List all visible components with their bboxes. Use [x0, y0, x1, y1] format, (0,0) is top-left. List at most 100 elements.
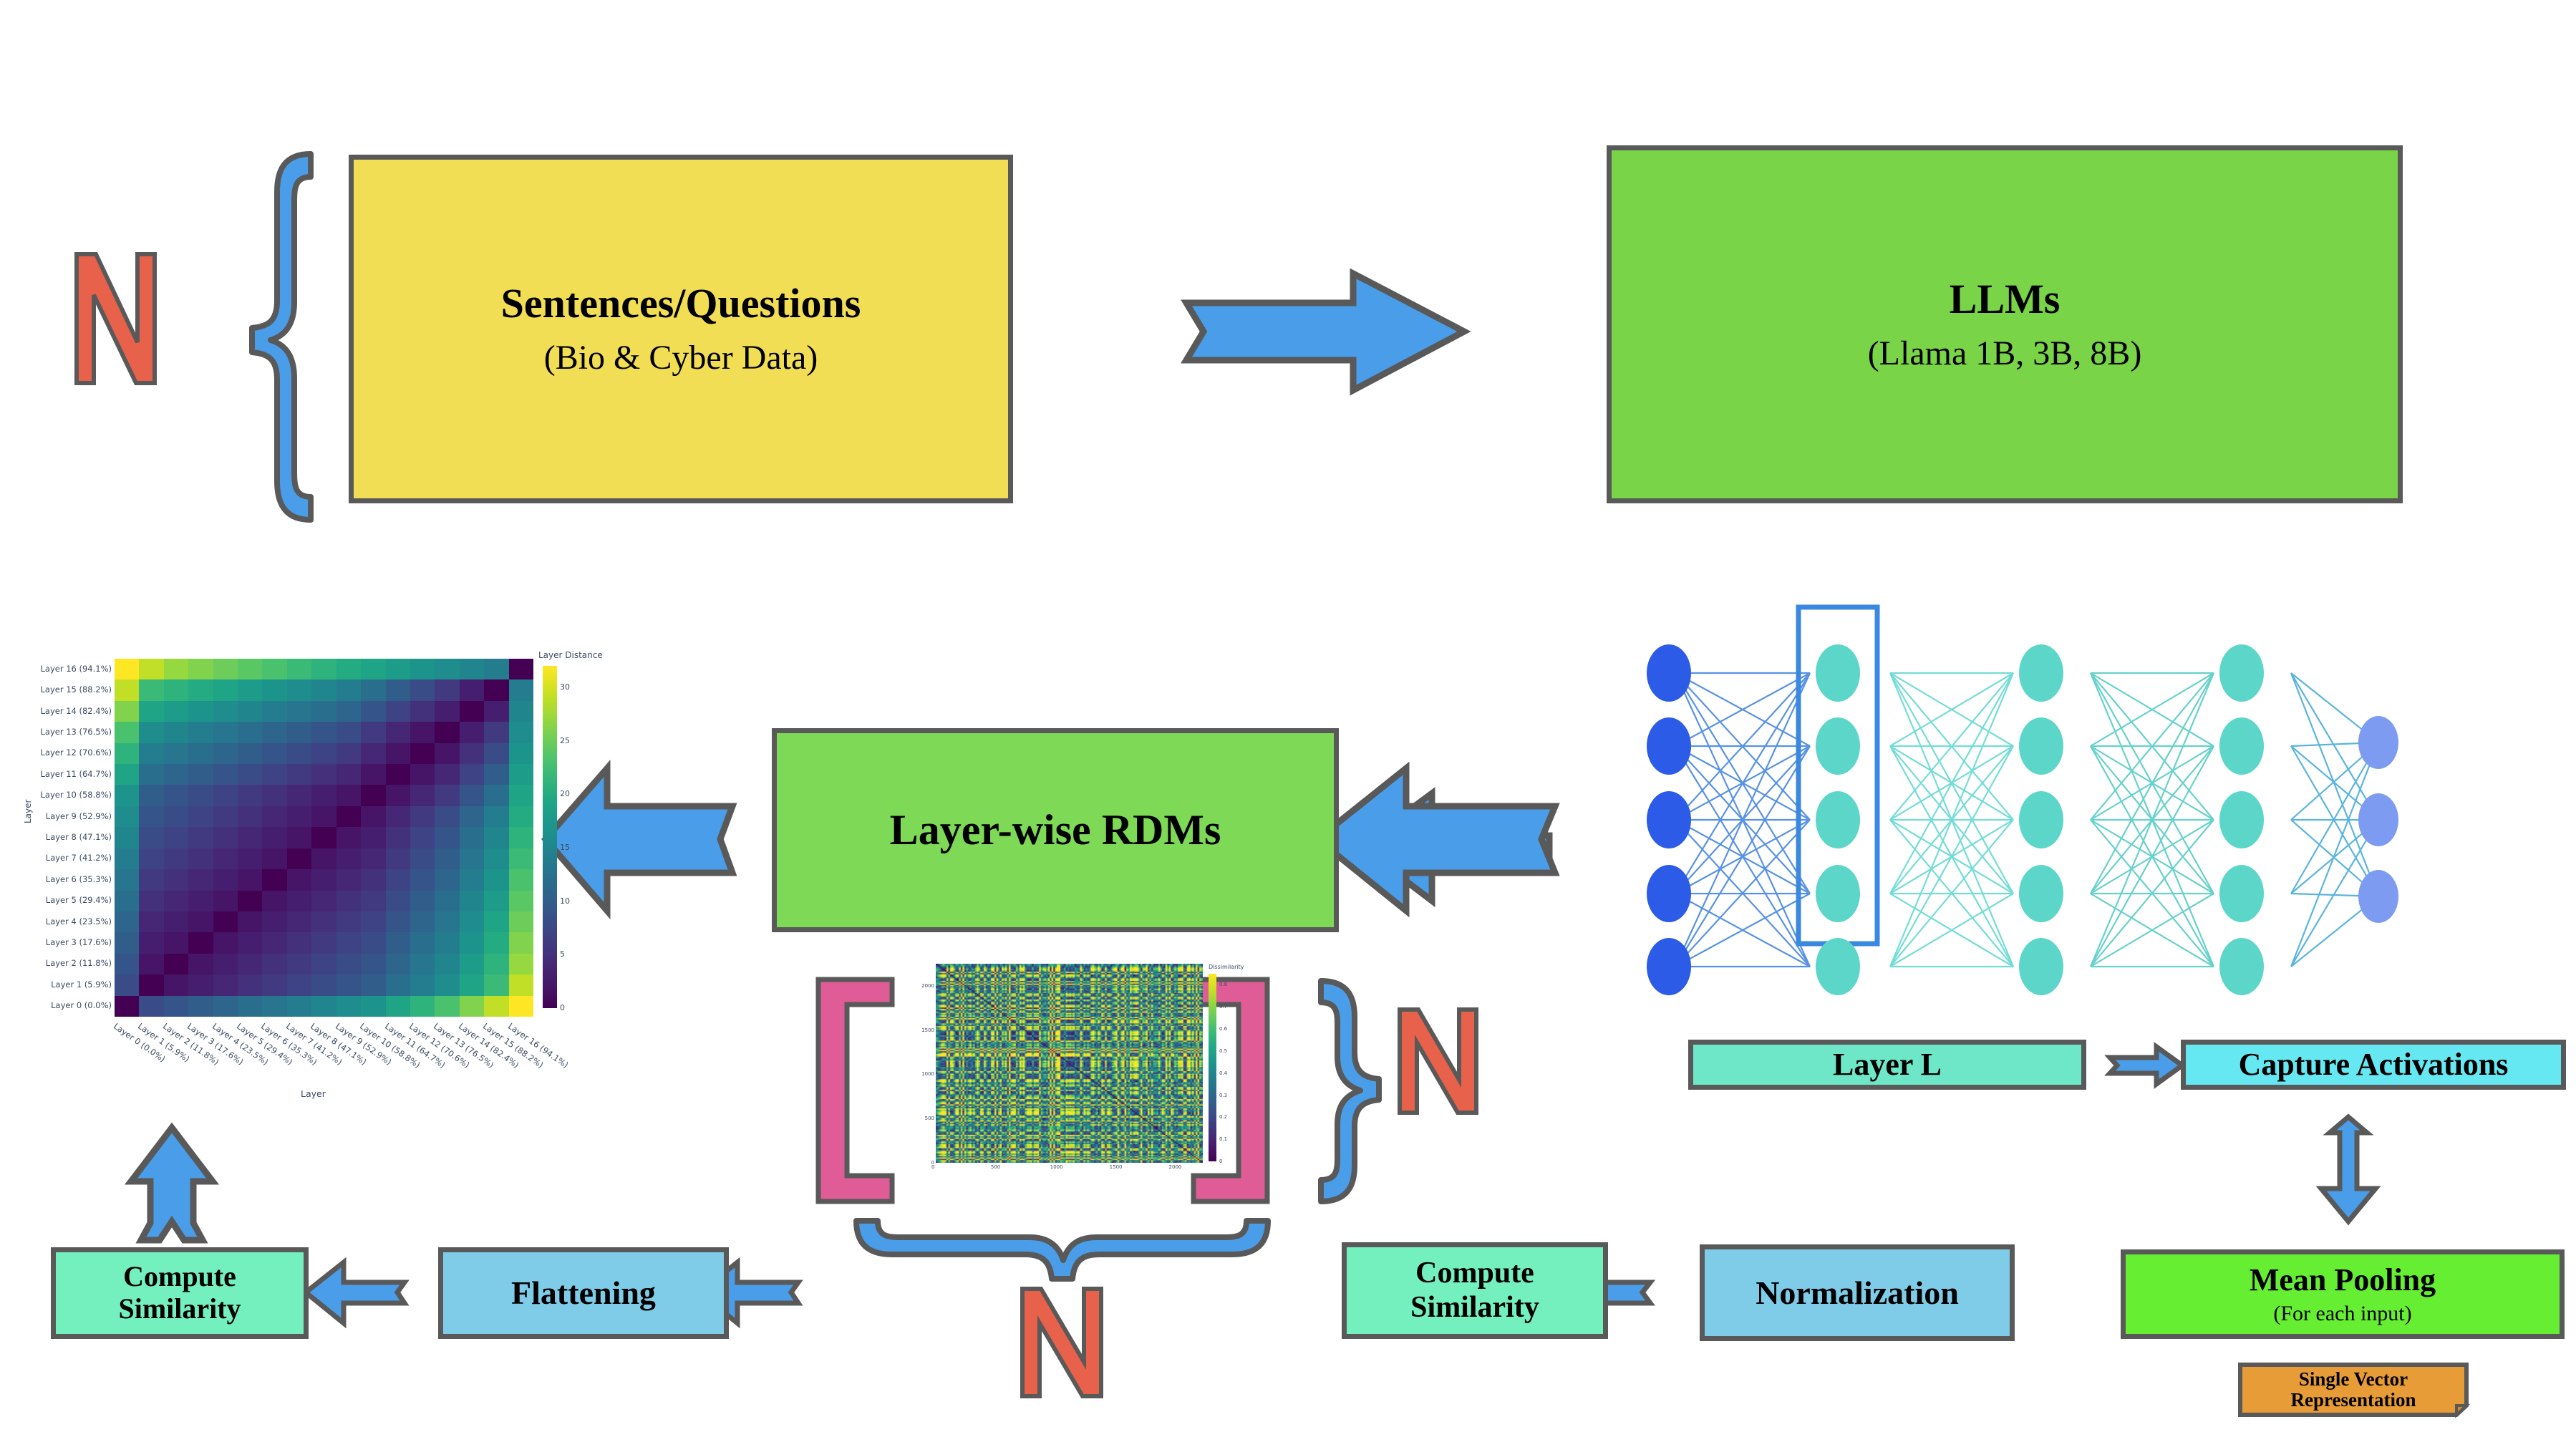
heatmap-cell	[286, 890, 312, 911]
heatmap-cell	[385, 890, 410, 911]
compute-similarity-left-box[interactable]: Compute Similarity	[51, 1247, 309, 1339]
heatmap-cell	[238, 785, 263, 806]
heatmap-cell	[508, 848, 533, 870]
nn-hidden-node	[2219, 938, 2264, 995]
heatmap-cell	[361, 785, 386, 806]
heatmap-cell	[163, 742, 189, 765]
heatmap-cell	[139, 848, 164, 870]
nn-output-node	[2358, 793, 2398, 846]
heatmap-cell	[459, 995, 485, 1017]
heatmap-cell	[459, 827, 485, 848]
heatmap-cell	[262, 953, 287, 975]
heatmap-y-tick: Layer 8 (47.1%)	[45, 832, 112, 842]
heatmap-cell	[361, 700, 386, 722]
heatmap-cell	[163, 890, 189, 911]
heatmap-cell	[238, 806, 263, 828]
heatmap-cell	[213, 932, 238, 954]
heatmap-cell	[188, 764, 213, 785]
heatmap-cell	[508, 764, 533, 785]
heatmap-cell	[238, 827, 263, 848]
heatmap-ylabel: Layer	[23, 799, 33, 823]
heatmap-cell	[311, 974, 336, 996]
heatmap-cell	[385, 911, 410, 933]
rdm-x-tick: 0	[931, 1164, 935, 1170]
rdm-colorbar-ticks: 0 0.1 0.2 0.3 0.4 0.5 0.6 0.7 0.8	[1219, 974, 1248, 1164]
heatmap-cell	[286, 848, 312, 870]
heatmap-cell	[336, 785, 362, 806]
heatmap-cell	[435, 995, 460, 1017]
heatmap-cell	[286, 806, 312, 828]
heatmap-cell	[435, 890, 460, 911]
heatmap-cell	[139, 953, 164, 975]
heatmap-cell	[336, 848, 362, 870]
heatmap-cell	[286, 827, 312, 848]
sentences-questions-box[interactable]: Sentences/Questions (Bio & Cyber Data)	[349, 155, 1013, 503]
flattening-box[interactable]: Flattening	[438, 1247, 729, 1339]
heatmap-cell	[336, 953, 362, 975]
mean-pooling-box[interactable]: Mean Pooling (For each input)	[2121, 1249, 2565, 1339]
heatmap-cell	[336, 659, 362, 680]
layerwise-rdms-title: Layer-wise RDMs	[889, 806, 1221, 853]
heatmap-cell	[311, 911, 336, 933]
heatmap-cell	[311, 742, 336, 765]
heatmap-cell	[336, 764, 362, 785]
heatmap-cell	[115, 742, 140, 765]
normalization-box[interactable]: Normalization	[1700, 1244, 2015, 1341]
arrow-sentences-to-llms	[1181, 268, 1471, 396]
heatmap-cell	[163, 679, 189, 701]
multiplicity-letter-n-input	[74, 252, 157, 385]
arrow-layerl-to-capture	[2104, 1042, 2187, 1089]
heatmap-cell	[213, 659, 238, 680]
heatmap-cell	[163, 700, 189, 722]
sentences-questions-title: Sentences/Questions	[500, 280, 861, 327]
heatmap-cell	[459, 806, 485, 828]
heatmap-cell	[139, 827, 164, 848]
heatmap-cell	[238, 764, 263, 785]
heatmap-colorbar-ticks: 0 5 10 15 20 25 30	[560, 666, 603, 1012]
heatmap-cell	[484, 911, 509, 933]
compute-similarity-right-box[interactable]: Compute Similarity	[1342, 1242, 1608, 1339]
heatmap-cell	[484, 932, 509, 954]
layer-l-box[interactable]: Layer L	[1688, 1040, 2086, 1090]
heatmap-cell	[213, 764, 238, 785]
nn-hidden-node	[2219, 865, 2264, 922]
heatmap-cell	[459, 700, 485, 722]
heatmap-cell	[188, 911, 213, 933]
layerwise-rdms-box[interactable]: Layer-wise RDMs	[772, 728, 1339, 932]
heatmap-cell	[213, 722, 238, 743]
heatmap-cell	[459, 848, 485, 870]
heatmap-y-tick: Layer 5 (29.4%)	[45, 895, 112, 906]
heatmap-cell	[286, 911, 312, 933]
heatmap-cell	[435, 742, 460, 765]
capture-activations-box[interactable]: Capture Activations	[2181, 1040, 2566, 1090]
single-vector-representation-box[interactable]: Single Vector Representation	[2238, 1363, 2471, 1418]
nn-hidden-node	[2219, 644, 2264, 702]
heatmap-y-tick: Layer 12 (70.6%)	[40, 748, 112, 758]
heatmap-cell	[286, 700, 312, 722]
heatmap-cell	[286, 974, 312, 996]
heatmap-cell	[311, 827, 336, 848]
multiplicity-letter-n-row	[1020, 1287, 1103, 1398]
nn-hidden-node	[2019, 717, 2063, 775]
heatmap-cell	[213, 679, 238, 701]
heatmap-colorbar-tick: 15	[560, 842, 570, 852]
heatmap-cell	[410, 700, 435, 722]
rdm-colorbar-title: Dissimilarity	[1209, 964, 1244, 970]
heatmap-cell	[484, 848, 509, 870]
heatmap-colorbar	[543, 666, 557, 1008]
heatmap-cell	[361, 869, 386, 891]
heatmap-cell	[410, 974, 435, 996]
heatmap-cell	[213, 848, 238, 870]
llms-box[interactable]: LLMs (Llama 1B, 3B, 8B)	[1607, 145, 2403, 503]
heatmap-cell	[213, 995, 238, 1017]
heatmap-cell	[385, 974, 410, 996]
heatmap-cell	[262, 806, 287, 828]
heatmap-cell	[361, 953, 386, 975]
nn-output-node	[2358, 870, 2398, 923]
heatmap-cell	[262, 974, 287, 996]
heatmap-cell	[139, 785, 164, 806]
heatmap-cell	[361, 848, 386, 870]
heatmap-cell	[262, 827, 287, 848]
heatmap-cell	[484, 785, 509, 806]
heatmap-cell	[459, 659, 485, 680]
